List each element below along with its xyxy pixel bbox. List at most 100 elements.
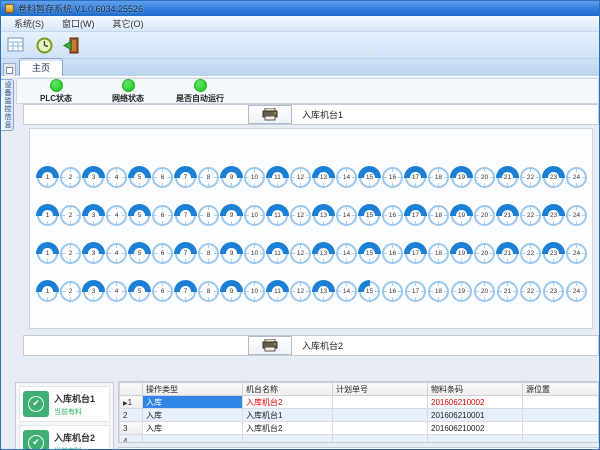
slot-2: 2 bbox=[60, 167, 81, 188]
slot-23: 23 bbox=[543, 167, 564, 188]
column-header-0[interactable]: 操作类型 bbox=[143, 383, 243, 396]
cell-源位置[interactable] bbox=[523, 435, 600, 444]
slot-22: 22 bbox=[520, 281, 541, 302]
cell-源位置[interactable] bbox=[523, 396, 600, 409]
cell-计划单号[interactable] bbox=[333, 409, 428, 422]
dock-icon bbox=[6, 67, 13, 74]
cell-物料条码[interactable] bbox=[428, 435, 523, 444]
slot-23: 23 bbox=[543, 205, 564, 226]
machine-card-1: ✔入库机台1当前有料 bbox=[19, 386, 110, 422]
slot-8: 8 bbox=[198, 243, 219, 264]
slot-10: 10 bbox=[244, 243, 265, 264]
slot-6: 6 bbox=[152, 205, 173, 226]
table-row[interactable]: 4 bbox=[120, 435, 600, 444]
slot-row: 123456789101112131415161718192021222324 bbox=[37, 243, 587, 264]
column-header-4[interactable]: 源位置 bbox=[523, 383, 600, 396]
cell-物料条码[interactable]: 201606210001 bbox=[428, 409, 523, 422]
cell-计划单号[interactable] bbox=[333, 435, 428, 444]
machine-card-status: 当前有料 bbox=[54, 407, 95, 417]
side-dock-tab[interactable]: 设备监控信息 bbox=[1, 79, 14, 131]
slot-19: 19 bbox=[451, 167, 472, 188]
slot-14: 14 bbox=[336, 205, 357, 226]
table-row[interactable]: ▶1入库入库机台2 201606210002 bbox=[120, 396, 600, 409]
status-led bbox=[194, 79, 207, 92]
slot-18: 18 bbox=[428, 167, 449, 188]
slot-5: 5 bbox=[129, 167, 150, 188]
cell-物料条码[interactable]: 201606210002 bbox=[428, 422, 523, 435]
cell-操作类型[interactable]: 入库 bbox=[143, 409, 243, 422]
check-icon: ✔ bbox=[23, 391, 49, 417]
slot-13: 13 bbox=[313, 205, 334, 226]
machine-card-2: ✔入库机台2当前有料 bbox=[19, 425, 110, 450]
main-content: 设备监控信息 PLC状态网络状态是否自动运行 入库机台1 12345678910… bbox=[1, 76, 599, 450]
menu-window[interactable]: 窗口(W) bbox=[53, 16, 104, 31]
cell-物料条码[interactable]: 201606210002 bbox=[428, 396, 523, 409]
cell-操作类型[interactable]: 入库 bbox=[143, 396, 243, 409]
header-spacer bbox=[24, 105, 248, 124]
clock-icon[interactable] bbox=[32, 34, 56, 56]
cell-计划单号[interactable] bbox=[333, 422, 428, 435]
row-number: ▶1 bbox=[120, 396, 143, 409]
column-header-2[interactable]: 计划单号 bbox=[333, 383, 428, 396]
cell-计划单号[interactable] bbox=[333, 396, 428, 409]
slot-6: 6 bbox=[152, 281, 173, 302]
menu-other[interactable]: 其它(O) bbox=[104, 16, 153, 31]
slot-22: 22 bbox=[520, 167, 541, 188]
menu-bar: 系统(S) 窗口(W) 其它(O) bbox=[1, 16, 599, 32]
cell-机台名称[interactable]: 入库机台2 bbox=[243, 422, 333, 435]
title-bar: 卷料暂存系统 V1.0.6034.25526 bbox=[1, 1, 599, 16]
tab-home[interactable]: 主页 bbox=[19, 58, 63, 76]
slot-23: 23 bbox=[543, 243, 564, 264]
slot-21: 21 bbox=[497, 243, 518, 264]
slot-7: 7 bbox=[175, 167, 196, 188]
calendar-icon[interactable] bbox=[4, 34, 28, 56]
slot-17: 17 bbox=[405, 167, 426, 188]
machine2-title: 入库机台2 bbox=[302, 339, 343, 352]
slot-14: 14 bbox=[336, 281, 357, 302]
slot-9: 9 bbox=[221, 243, 242, 264]
slot-3: 3 bbox=[83, 167, 104, 188]
window-title: 卷料暂存系统 V1.0.6034.25526 bbox=[18, 2, 143, 15]
column-header-3[interactable]: 物料条码 bbox=[428, 383, 523, 396]
slot-12: 12 bbox=[290, 167, 311, 188]
print-button-machine2[interactable] bbox=[248, 336, 292, 355]
cell-机台名称[interactable]: 入库机台2 bbox=[243, 396, 333, 409]
slot-10: 10 bbox=[244, 281, 265, 302]
row-number: 4 bbox=[120, 435, 143, 444]
slot-1: 1 bbox=[37, 281, 58, 302]
slot-13: 13 bbox=[313, 167, 334, 188]
cell-源位置[interactable] bbox=[523, 409, 600, 422]
slot-12: 12 bbox=[290, 281, 311, 302]
cell-机台名称[interactable] bbox=[243, 435, 333, 444]
slot-24: 24 bbox=[566, 281, 587, 302]
column-header-1[interactable]: 机台名称 bbox=[243, 383, 333, 396]
slot-16: 16 bbox=[382, 167, 403, 188]
slot-20: 20 bbox=[474, 167, 495, 188]
machine2-header: 入库机台2 bbox=[23, 335, 599, 356]
side-dock-label: 设备监控信息 bbox=[2, 81, 12, 129]
cell-操作类型[interactable]: 入库 bbox=[143, 422, 243, 435]
slot-11: 11 bbox=[267, 243, 288, 264]
tab-strip: 主页 bbox=[1, 59, 599, 76]
app-window: 卷料暂存系统 V1.0.6034.25526 系统(S) 窗口(W) 其它(O) bbox=[0, 0, 600, 450]
toolbar bbox=[1, 32, 599, 59]
slot-16: 16 bbox=[382, 205, 403, 226]
print-button-machine1[interactable] bbox=[248, 105, 292, 124]
cell-操作类型[interactable] bbox=[143, 435, 243, 444]
status-label: PLC状态 bbox=[40, 93, 72, 104]
slot-8: 8 bbox=[198, 205, 219, 226]
slot-7: 7 bbox=[175, 281, 196, 302]
dock-tab[interactable] bbox=[3, 63, 16, 76]
slot-17: 17 bbox=[405, 243, 426, 264]
table-row[interactable]: 2入库入库机台1201606210001 bbox=[120, 409, 600, 422]
exit-icon[interactable] bbox=[60, 34, 84, 56]
machine-cards-panel: ✔入库机台1当前有料 ✔入库机台2当前有料 bbox=[15, 382, 114, 450]
slot-15: 15 bbox=[359, 167, 380, 188]
slot-5: 5 bbox=[129, 243, 150, 264]
cell-机台名称[interactable]: 入库机台1 bbox=[243, 409, 333, 422]
cell-源位置[interactable] bbox=[523, 422, 600, 435]
menu-system[interactable]: 系统(S) bbox=[5, 16, 53, 31]
slot-9: 9 bbox=[221, 167, 242, 188]
table-row[interactable]: 3入库入库机台2201606210002 bbox=[120, 422, 600, 435]
status-label: 网络状态 bbox=[112, 93, 144, 104]
